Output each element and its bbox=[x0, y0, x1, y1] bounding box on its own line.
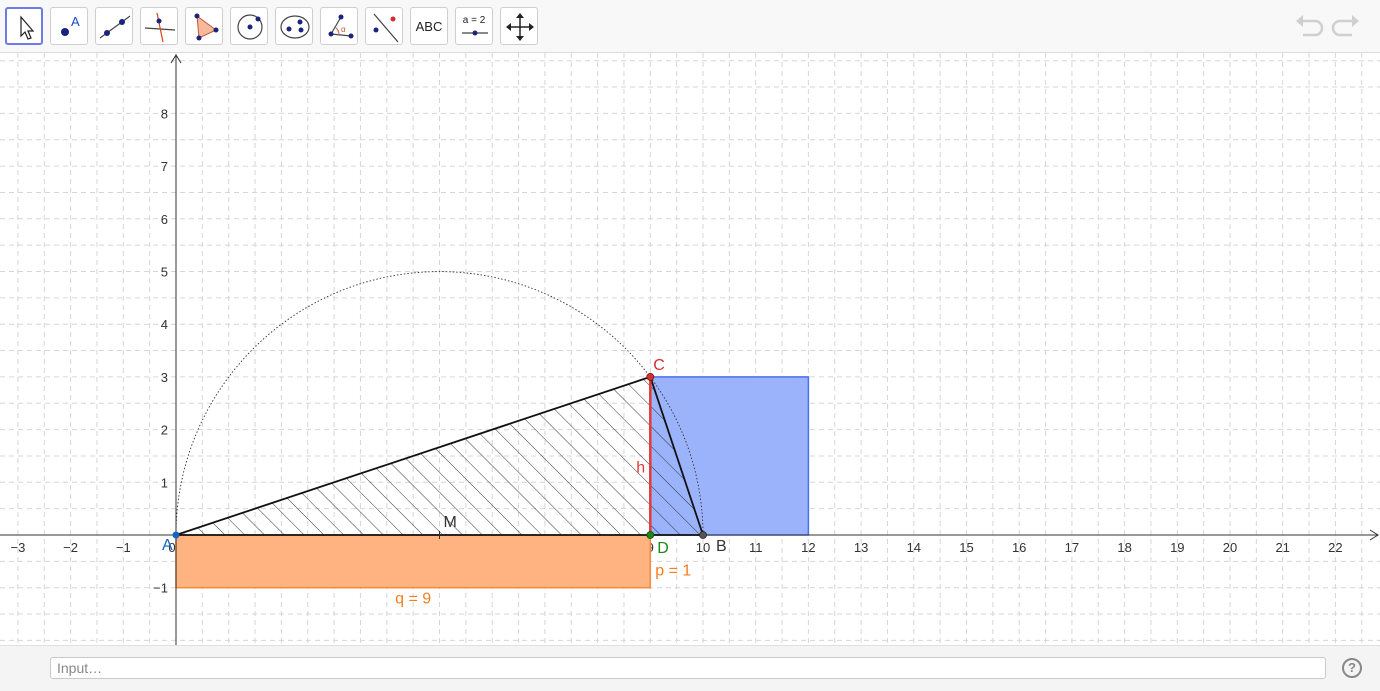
undo-button[interactable] bbox=[1293, 12, 1325, 40]
x-tick-label: −3 bbox=[10, 540, 25, 555]
y-tick-label: −1 bbox=[153, 581, 168, 596]
input-bar: ? bbox=[0, 645, 1380, 691]
perpendicular-icon bbox=[144, 12, 176, 43]
move-graphics-icon bbox=[506, 13, 534, 41]
label-q: q = 9 bbox=[395, 591, 431, 608]
label-b: B bbox=[716, 538, 727, 555]
line-icon bbox=[99, 15, 131, 39]
reflect-tool[interactable] bbox=[365, 7, 403, 45]
help-icon[interactable]: ? bbox=[1342, 658, 1362, 678]
y-tick-label: 4 bbox=[161, 317, 168, 332]
point-icon: A bbox=[61, 14, 80, 36]
algebra-input[interactable] bbox=[50, 657, 1326, 679]
y-axis-tick-labels: −1 1 2 3 4 5 6 7 8 bbox=[153, 106, 168, 595]
point-tool[interactable]: A bbox=[50, 7, 88, 45]
x-tick-label: 10 bbox=[696, 540, 710, 555]
line-tool[interactable] bbox=[95, 7, 133, 45]
reflect-icon bbox=[373, 13, 399, 43]
x-tick-label: 21 bbox=[1275, 540, 1289, 555]
polygon-tool[interactable] bbox=[185, 7, 223, 45]
x-tick-label: 19 bbox=[1170, 540, 1184, 555]
ellipse-icon bbox=[280, 15, 310, 39]
y-tick-label: 3 bbox=[161, 370, 168, 385]
label-h: h bbox=[636, 459, 645, 476]
y-tick-label: 8 bbox=[161, 106, 168, 121]
y-tick-label: 6 bbox=[161, 212, 168, 227]
point-b[interactable] bbox=[699, 531, 707, 539]
x-tick-label: 14 bbox=[907, 540, 921, 555]
x-tick-label: 15 bbox=[959, 540, 973, 555]
move-graphics-view-tool[interactable] bbox=[500, 7, 538, 45]
circle-center-point-tool[interactable] bbox=[230, 7, 268, 45]
label-a: A bbox=[162, 537, 173, 554]
point-a[interactable] bbox=[172, 531, 180, 539]
redo-button[interactable] bbox=[1330, 12, 1362, 40]
x-tick-label: 18 bbox=[1117, 540, 1131, 555]
y-tick-label: 2 bbox=[161, 423, 168, 438]
label-m: M bbox=[444, 514, 457, 531]
angle-tool[interactable]: α bbox=[320, 7, 358, 45]
point-c[interactable] bbox=[646, 372, 655, 381]
x-tick-label: 16 bbox=[1012, 540, 1026, 555]
text-icon: ABC bbox=[415, 18, 443, 34]
polygon-icon bbox=[194, 13, 219, 41]
x-tick-label: 20 bbox=[1223, 540, 1237, 555]
x-tick-label: 11 bbox=[749, 540, 763, 555]
x-tick-label: −1 bbox=[116, 540, 131, 555]
x-tick-label: 22 bbox=[1328, 540, 1342, 555]
circle-icon bbox=[237, 14, 263, 40]
x-tick-label: 17 bbox=[1065, 540, 1079, 555]
slider-tool[interactable]: a = 2 bbox=[455, 7, 493, 45]
text-tool[interactable]: ABC bbox=[410, 7, 448, 45]
redo-icon bbox=[1331, 15, 1359, 37]
y-tick-label: 1 bbox=[161, 475, 168, 490]
y-tick-label: 5 bbox=[161, 265, 168, 280]
y-tick-label: 7 bbox=[161, 159, 168, 174]
label-d: D bbox=[657, 540, 669, 557]
slider-icon bbox=[462, 30, 488, 36]
ellipse-tool[interactable] bbox=[275, 7, 313, 45]
svg-text:α: α bbox=[341, 25, 346, 34]
point-d[interactable] bbox=[646, 531, 655, 539]
pointer-icon bbox=[20, 15, 35, 40]
square-q-p[interactable] bbox=[175, 534, 652, 589]
graphics-view[interactable]: −3−2−10123456789101112131415161718192021… bbox=[0, 53, 1380, 645]
x-tick-label: −2 bbox=[63, 540, 78, 555]
perpendicular-line-tool[interactable] bbox=[140, 7, 178, 45]
x-tick-label: 12 bbox=[801, 540, 815, 555]
label-c: C bbox=[653, 357, 665, 374]
move-tool[interactable] bbox=[5, 7, 43, 45]
toolbar: A α ABC a = 2 bbox=[0, 0, 1380, 53]
undo-icon bbox=[1296, 15, 1324, 37]
angle-icon: α bbox=[328, 14, 354, 39]
x-tick-label: 13 bbox=[854, 540, 868, 555]
label-p: p = 1 bbox=[655, 563, 691, 580]
svg-text:A: A bbox=[71, 14, 80, 29]
